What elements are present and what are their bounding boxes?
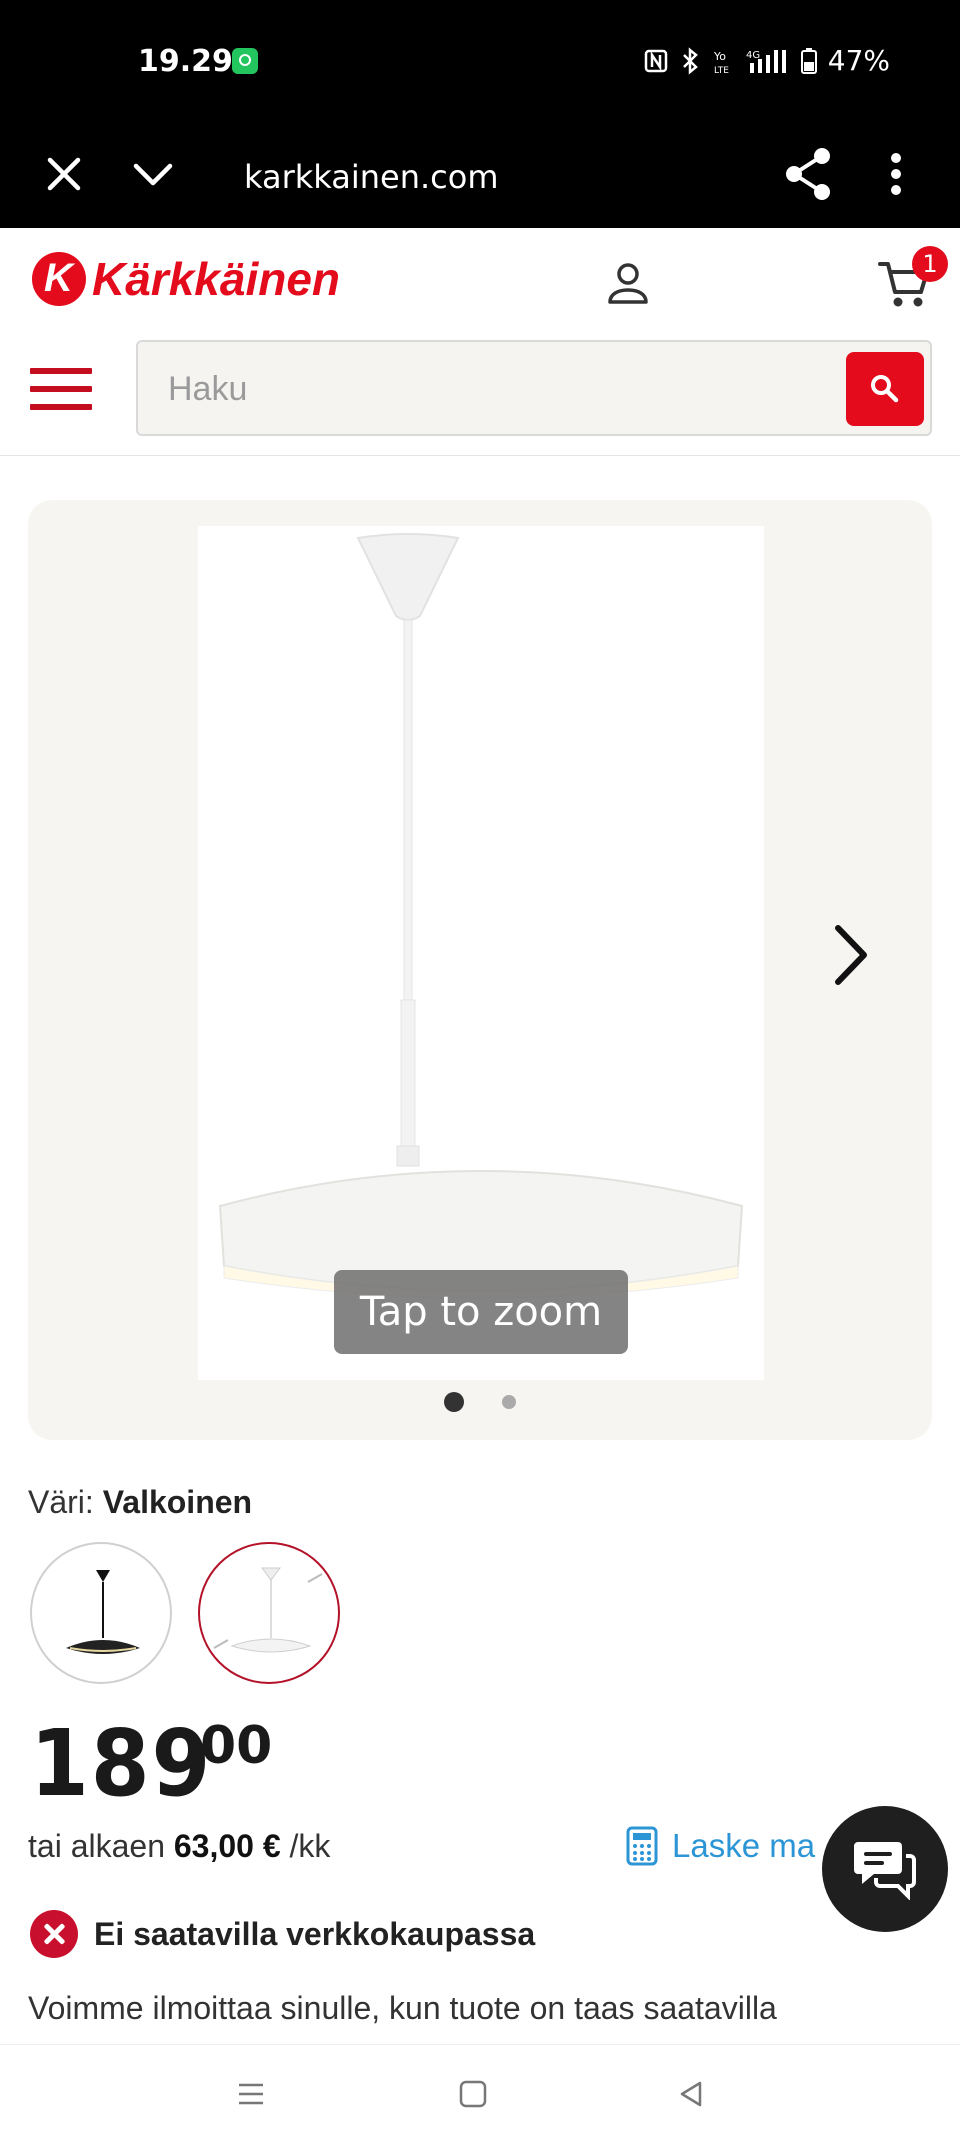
hamburger-menu-icon[interactable] [30, 368, 92, 416]
chevron-right-icon[interactable] [828, 920, 876, 990]
financing-info: tai alkaen 63,00 € /kk [28, 1828, 330, 1865]
search-box [136, 340, 932, 436]
finance-amount: 63,00 € [173, 1828, 281, 1864]
chevron-down-icon[interactable] [128, 144, 178, 204]
logo-mark-icon [32, 252, 86, 306]
color-label: Väri: Valkoinen [28, 1484, 252, 1521]
svg-text:LTE: LTE [714, 66, 729, 75]
upload-notification-icon [232, 48, 258, 74]
color-label-prefix: Väri: [28, 1484, 94, 1520]
user-account-icon[interactable] [604, 258, 652, 306]
home-icon[interactable] [458, 2079, 488, 2109]
product-image[interactable] [198, 526, 764, 1380]
svg-text:Yo: Yo [713, 50, 726, 63]
white-lamp-thumbnail [213, 1567, 323, 1653]
color-swatch-white[interactable] [198, 1542, 340, 1684]
search-icon [871, 375, 899, 403]
calculate-link-label: Laske ma [672, 1827, 816, 1864]
stock-status-text: Ei saatavilla verkkokaupassa [94, 1915, 536, 1952]
4g-signal-icon: 4G [746, 49, 786, 73]
site-header: Kärkkäinen 1 [0, 228, 960, 456]
url-text[interactable]: karkkainen.com [244, 158, 499, 196]
finance-suffix: /kk [289, 1828, 331, 1864]
system-nav-bar [0, 2044, 960, 2144]
gallery-dot-active[interactable] [444, 1392, 464, 1412]
close-icon[interactable] [40, 144, 90, 204]
gallery-dot[interactable] [502, 1395, 516, 1409]
bluetooth-icon [682, 46, 698, 75]
price-integer: 189 [30, 1710, 213, 1817]
chat-icon [854, 1842, 916, 1900]
volte-icon: Yo LTE [713, 50, 729, 75]
stock-status: Ei saatavilla verkkokaupassa [30, 1910, 535, 1958]
chat-button[interactable] [822, 1806, 948, 1932]
status-bar: 19.29 Yo LTE 4G 47% [0, 0, 960, 124]
battery-percent: 47% [827, 44, 890, 77]
status-icons: Yo LTE 4G 47% [644, 44, 890, 77]
back-icon[interactable] [676, 2079, 706, 2109]
product-gallery: Tap to zoom [28, 500, 932, 1440]
finance-prefix: tai alkaen [28, 1828, 165, 1864]
calculator-icon [626, 1826, 658, 1866]
nfc-icon [644, 49, 668, 72]
zoom-hint-tooltip[interactable]: Tap to zoom [334, 1270, 628, 1354]
battery-icon [800, 47, 817, 74]
site-logo[interactable]: Kärkkäinen [32, 252, 340, 306]
more-vert-icon[interactable] [880, 142, 912, 206]
browser-toolbar: karkkainen.com [0, 124, 960, 228]
share-icon[interactable] [780, 142, 836, 206]
price-decimals: 00 [200, 1716, 273, 1776]
calculate-payment-link[interactable]: Laske ma [626, 1826, 815, 1866]
status-time: 19.29 [138, 44, 233, 79]
product-price: 189 00 [30, 1710, 272, 1817]
logo-text: Kärkkäinen [92, 253, 341, 305]
search-input[interactable] [168, 364, 808, 414]
cart-count-badge[interactable]: 1 [912, 246, 948, 282]
notify-text: Voimme ilmoittaa sinulle, kun tuote on t… [28, 1990, 777, 2026]
color-label-value: Valkoinen [102, 1484, 253, 1520]
recent-apps-icon[interactable] [236, 2079, 266, 2109]
unavailable-icon [30, 1910, 78, 1958]
black-lamp-thumbnail [66, 1570, 140, 1654]
search-button[interactable] [846, 352, 924, 426]
color-swatch-black[interactable] [30, 1542, 172, 1684]
